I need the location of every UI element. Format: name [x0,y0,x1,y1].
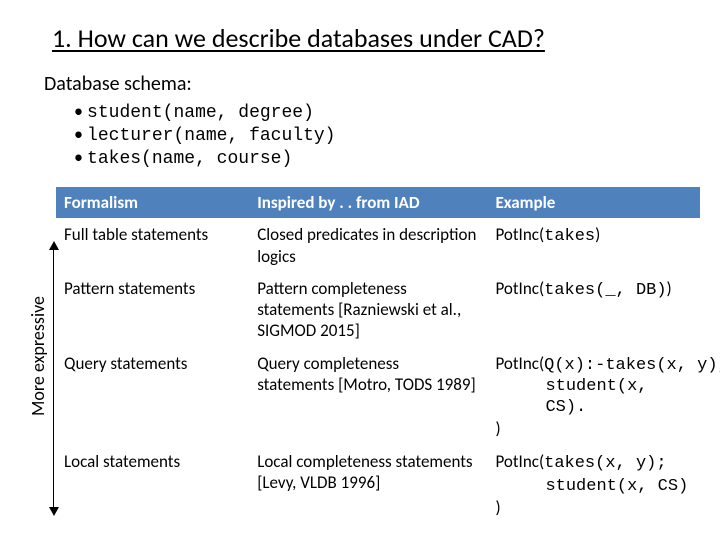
schema-heading: Database schema: [44,72,700,96]
slide-title: 1. How can we describe databases under C… [52,22,700,54]
cell-formalism: Full table statements [56,219,249,273]
axis-label: More expressive [27,296,49,416]
cell-example: PotInc(takes(x, y); student(x, CS)) [487,445,700,524]
double-arrow-icon [53,243,54,514]
cell-example: PotInc(takes(_, DB)) [487,272,700,347]
cell-example: PotInc(takes) [487,219,700,273]
table-row: Query statements Query completeness stat… [56,347,700,445]
expressiveness-axis: More expressive [20,187,56,524]
col-example: Example [487,187,700,219]
cell-example: PotInc(Q(x):-takes(x, y), student(x, CS)… [487,347,700,445]
cell-formalism: Local statements [56,445,249,524]
cell-inspired: Local completeness statements [Levy, VLD… [249,445,487,524]
cell-inspired: Closed predicates in description logics [249,219,487,273]
slide: 1. How can we describe databases under C… [0,0,720,540]
cell-formalism: Query statements [56,347,249,445]
formalism-table: Formalism Inspired by . . from IAD Examp… [56,187,700,524]
table-header-row: Formalism Inspired by . . from IAD Examp… [56,187,700,219]
table-row: Pattern statements Pattern completeness … [56,272,700,347]
body-row: More expressive Formalism Inspired by . … [20,187,700,524]
table-wrap: Formalism Inspired by . . from IAD Examp… [56,187,700,524]
schema-item: student(name, degree) [74,100,700,123]
cell-formalism: Pattern statements [56,272,249,347]
table-row: Local statements Local completeness stat… [56,445,700,524]
schema-list: student(name, degree) lecturer(name, fac… [74,100,700,169]
cell-inspired: Query completeness statements [Motro, TO… [249,347,487,445]
cell-inspired: Pattern completeness statements [Razniew… [249,272,487,347]
col-inspired: Inspired by . . from IAD [249,187,487,219]
schema-item: lecturer(name, faculty) [74,123,700,146]
col-formalism: Formalism [56,187,249,219]
table-row: Full table statements Closed predicates … [56,219,700,273]
schema-item: takes(name, course) [74,146,700,169]
